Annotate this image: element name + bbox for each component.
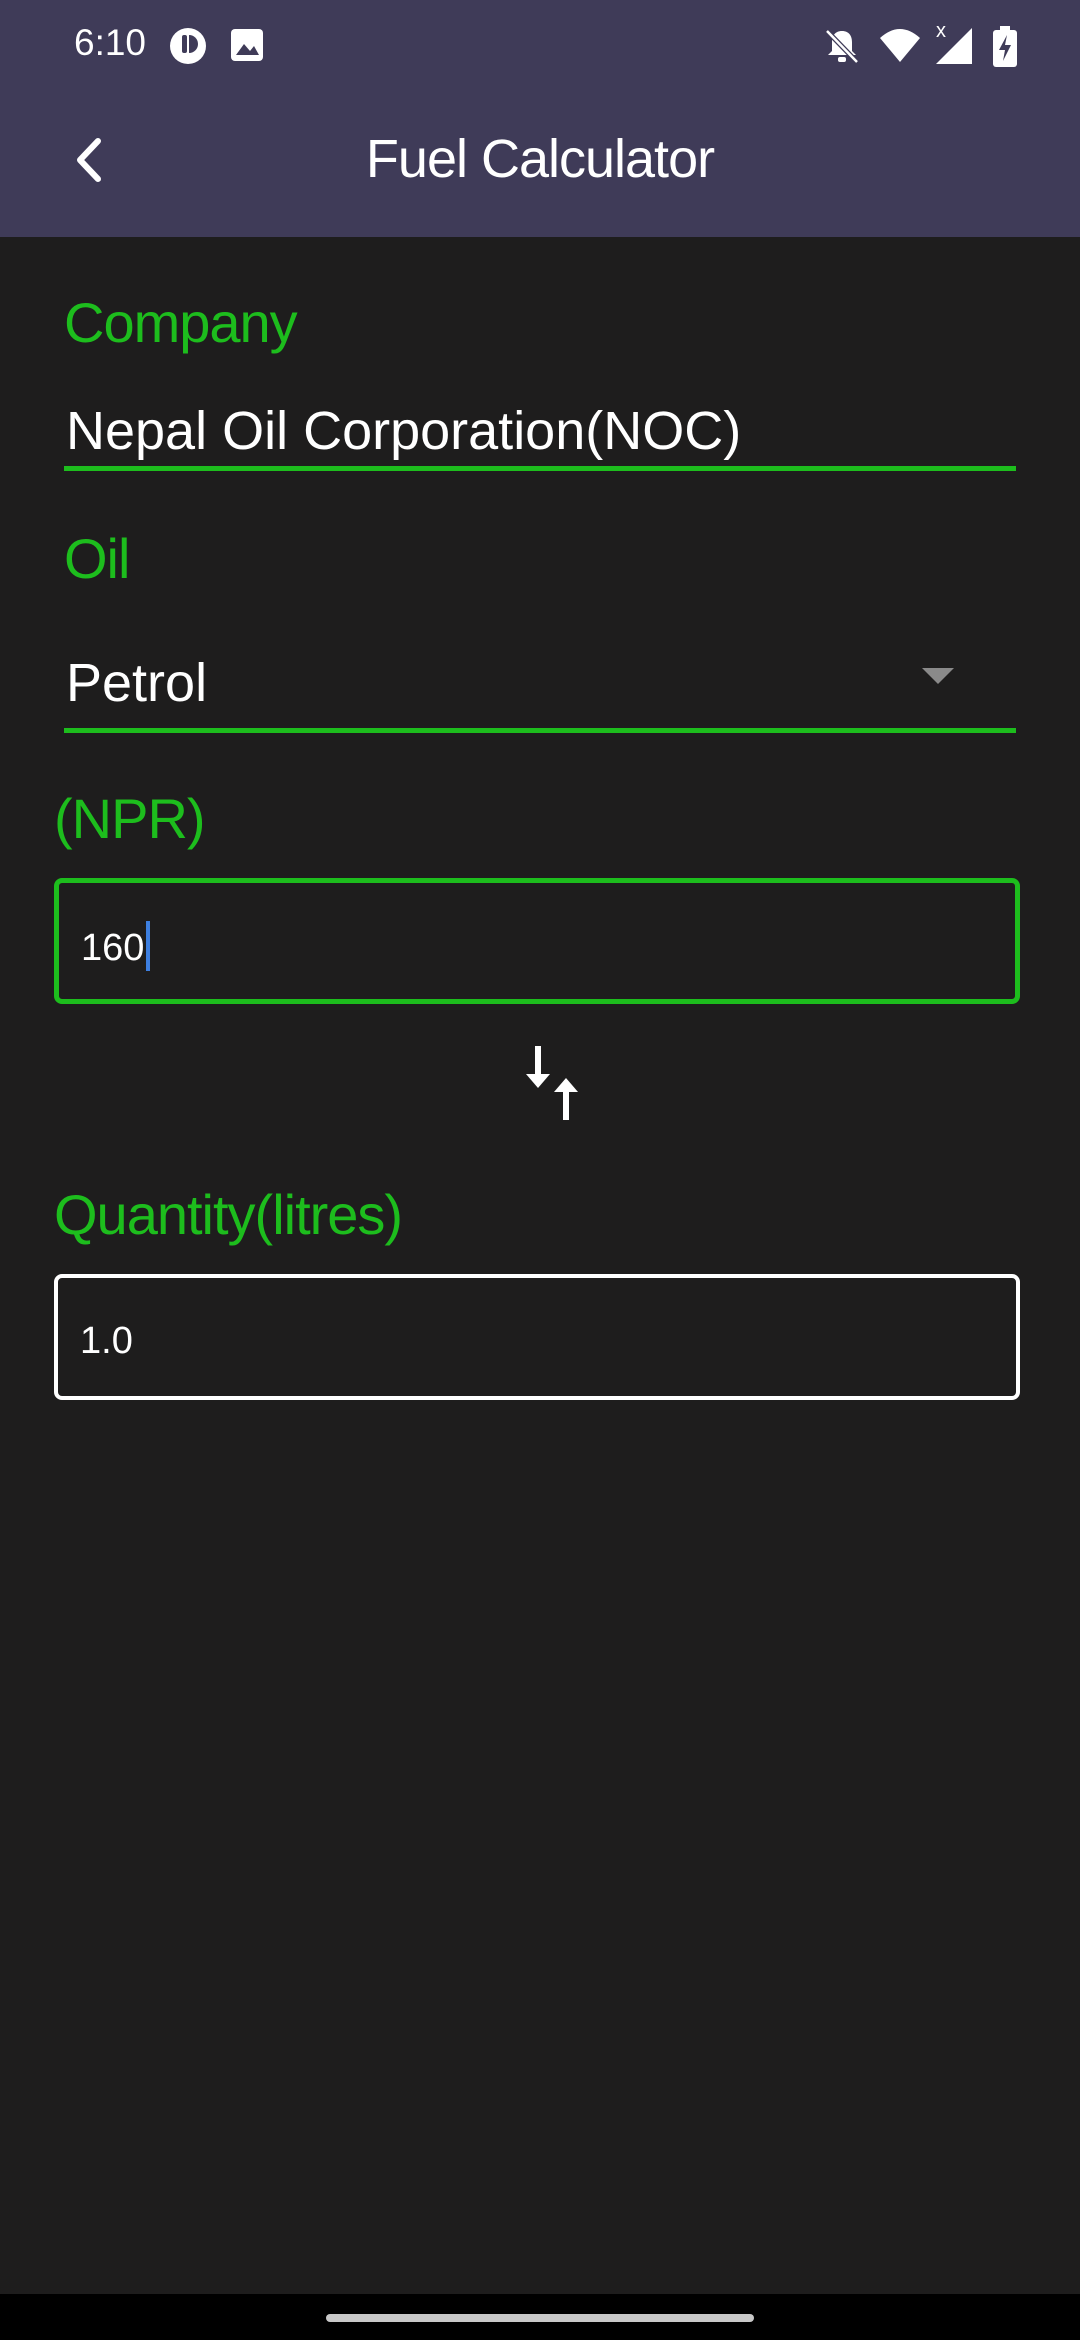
- quantity-input[interactable]: 1.0: [54, 1274, 1020, 1400]
- company-field[interactable]: Nepal Oil Corporation(NOC): [64, 392, 1016, 471]
- company-value: Nepal Oil Corporation(NOC): [66, 401, 742, 461]
- quantity-label: Quantity(litres): [54, 1183, 403, 1246]
- dropdown-arrow-icon: [922, 668, 954, 684]
- oil-selected-value: Petrol: [66, 653, 208, 713]
- image-icon: [228, 26, 266, 69]
- navigation-bar: [0, 2294, 1080, 2340]
- status-bar: 6:10 x: [0, 0, 1080, 92]
- text-cursor: [146, 921, 151, 971]
- oil-dropdown[interactable]: Petrol: [64, 636, 1016, 733]
- page-title: Fuel Calculator: [365, 129, 715, 189]
- oil-label: Oil: [64, 527, 130, 590]
- app-notification-icon: [168, 26, 208, 71]
- app-bar: Fuel Calculator: [0, 92, 1080, 237]
- npr-value: 160: [81, 927, 145, 970]
- company-label: Company: [64, 291, 298, 354]
- npr-input[interactable]: 160: [54, 878, 1020, 1004]
- quantity-value: 1.0: [80, 1320, 133, 1362]
- signal-icon: [934, 26, 974, 71]
- home-gesture-handle[interactable]: [326, 2314, 754, 2322]
- swap-vertical-icon: [520, 1046, 590, 1134]
- battery-charging-icon: [992, 26, 1018, 73]
- npr-label: (NPR): [54, 787, 206, 850]
- wifi-icon: x: [878, 20, 946, 71]
- swap-button[interactable]: [520, 1040, 590, 1130]
- status-time: 6:10: [74, 22, 147, 63]
- bell-off-icon: [822, 26, 862, 71]
